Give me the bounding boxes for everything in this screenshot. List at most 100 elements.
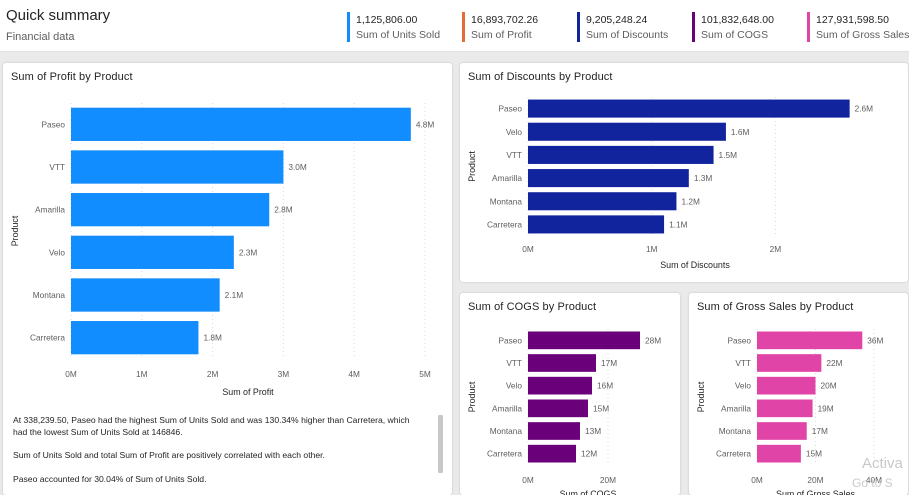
x-tick-label: 1M: [136, 369, 148, 379]
narrative-paragraph: Sum of Units Sold and total Sum of Profi…: [13, 450, 325, 460]
x-tick-label: 3M: [278, 369, 290, 379]
narrative-paragraph: At 338,239.50, Paseo had the highest Sum…: [13, 415, 410, 437]
category-label: Paseo: [41, 119, 65, 129]
x-tick-label: 0M: [751, 475, 763, 485]
windows-activation-watermark: Activa: [862, 455, 903, 472]
bar[interactable]: [528, 99, 850, 118]
bar[interactable]: [528, 399, 588, 418]
bar[interactable]: [71, 193, 270, 227]
category-label: Velo: [506, 127, 523, 137]
y-axis-title: Product: [467, 381, 477, 412]
bar[interactable]: [528, 122, 726, 141]
y-axis-title: Product: [696, 381, 706, 412]
x-tick-label: 0M: [65, 369, 77, 379]
category-label: Montana: [490, 196, 523, 206]
bar[interactable]: [757, 354, 822, 372]
data-label: 1.5M: [719, 150, 738, 160]
category-label: VTT: [506, 150, 522, 160]
category-label: Velo: [735, 381, 752, 391]
category-label: Amarilla: [492, 173, 522, 183]
data-label: 15M: [593, 403, 609, 413]
kpi-value: 127,931,598.50: [816, 14, 889, 26]
x-tick-label: 4M: [348, 369, 360, 379]
category-label: Paseo: [498, 335, 522, 345]
data-label: 1.6M: [731, 127, 750, 137]
category-label: VTT: [735, 358, 751, 368]
profit-chart-panel[interactable]: Sum of Profit by Product 0M 1M 2M 3M 4M 5M Pas…: [3, 63, 452, 495]
data-label: 16M: [597, 381, 613, 391]
x-tick-label: 2M: [207, 369, 219, 379]
bar[interactable]: [528, 145, 714, 164]
discounts-bar-chart[interactable]: 0M 1M 2M Paseo 2.6M Velo 1.6M VTT 1.5M Amarilla 1.…: [460, 63, 908, 282]
narrative-paragraph: Paseo accounted for 30.04% of Sum of Uni…: [13, 473, 207, 484]
data-label: 19M: [818, 403, 834, 413]
category-label: Paseo: [498, 104, 522, 114]
kpi-color-bar: [692, 12, 695, 42]
category-label: VTT: [506, 358, 522, 368]
narrative-scrollbar[interactable]: [438, 415, 443, 473]
data-label: 1.1M: [669, 219, 688, 229]
x-tick-label: 1M: [646, 244, 658, 254]
page-title: Quick summary: [6, 7, 111, 24]
data-label: 17M: [812, 426, 828, 436]
profit-bar-chart[interactable]: 0M 1M 2M 3M 4M 5M Paseo 4.8M VTT 3.0M Amarilla 2.8M…: [3, 63, 452, 403]
data-label: 17M: [601, 358, 617, 368]
data-label: 20M: [821, 381, 837, 391]
discounts-chart-panel[interactable]: Sum of Discounts by Product 0M 1M 2M Paseo 2…: [460, 63, 908, 282]
x-tick-label: 2M: [770, 244, 782, 254]
bar[interactable]: [528, 422, 580, 440]
bar[interactable]: [71, 278, 220, 312]
kpi-value: 9,205,248.24: [586, 14, 648, 26]
cogs-bar-chart[interactable]: 0M 20M Paseo 28M VTT 17M Velo 16M Amarilla 15M Mon…: [460, 293, 680, 495]
data-label: 13M: [585, 426, 601, 436]
bar[interactable]: [528, 331, 640, 350]
bar[interactable]: [71, 321, 199, 355]
y-axis-title: Product: [10, 215, 20, 246]
bar[interactable]: [528, 376, 592, 395]
bar[interactable]: [71, 107, 411, 141]
data-label: 2.3M: [239, 247, 258, 257]
x-tick-label: 0M: [522, 475, 534, 485]
kpi-value: 16,893,702.26: [471, 14, 539, 26]
category-label: Velo: [49, 247, 66, 257]
bar[interactable]: [757, 331, 863, 350]
data-label: 28M: [645, 335, 661, 345]
bar[interactable]: [757, 399, 813, 418]
data-label: 3.0M: [288, 162, 307, 172]
category-label: Carretera: [30, 333, 65, 343]
bar[interactable]: [757, 422, 807, 440]
y-axis-title: Product: [467, 151, 477, 182]
kpi-value: 1,125,806.00: [356, 14, 418, 26]
category-label: Velo: [506, 381, 523, 391]
bar[interactable]: [528, 354, 596, 372]
report-header: Quick summary Financial data 1,125,806.0…: [0, 0, 909, 52]
data-label: 4.8M: [416, 119, 435, 129]
kpi-label: Sum of Units Sold: [356, 29, 441, 41]
bar[interactable]: [528, 192, 677, 211]
bar[interactable]: [757, 444, 801, 463]
category-label: Carretera: [487, 449, 522, 459]
bar[interactable]: [528, 444, 576, 463]
bar[interactable]: [71, 150, 284, 184]
bar[interactable]: [528, 215, 665, 234]
kpi-color-bar: [577, 12, 580, 42]
category-label: Amarilla: [35, 205, 65, 215]
data-label: 1.8M: [203, 333, 222, 343]
x-axis-title: Sum of Gross Sales: [776, 489, 855, 495]
smart-narrative: At 338,239.50, Paseo had the highest Sum…: [13, 415, 423, 495]
x-axis-title: Sum of Discounts: [660, 260, 730, 270]
kpi-color-bar: [347, 12, 350, 42]
x-tick-label: 0M: [522, 244, 534, 254]
cogs-chart-panel[interactable]: Sum of COGS by Product 0M 20M Paseo 28M VTT 1…: [460, 293, 680, 495]
category-label: Montana: [33, 290, 66, 300]
bar[interactable]: [757, 376, 816, 395]
category-label: VTT: [49, 162, 65, 172]
x-tick-label: 20M: [807, 475, 823, 485]
bar[interactable]: [71, 235, 234, 269]
data-label: 1.2M: [681, 196, 700, 206]
category-label: Carretera: [716, 449, 751, 459]
data-label: 36M: [867, 335, 883, 345]
x-axis-title: Sum of Profit: [222, 387, 274, 397]
bar[interactable]: [528, 169, 689, 188]
category-label: Montana: [490, 426, 523, 436]
